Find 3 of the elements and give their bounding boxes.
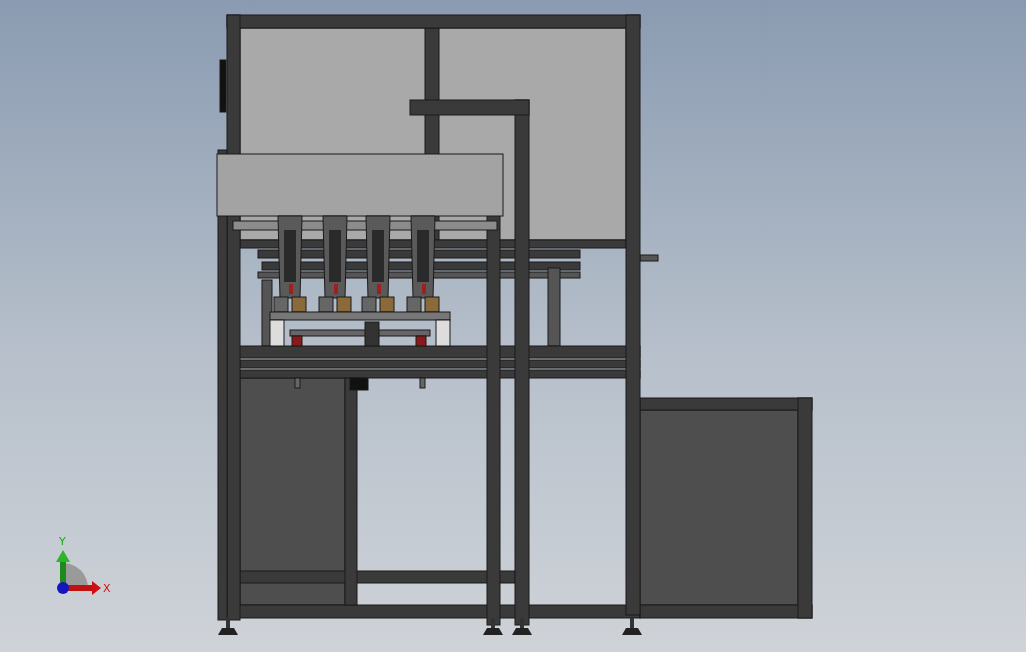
axis-triad-icon: [56, 550, 101, 595]
x-axis-label: X: [103, 582, 111, 595]
y-axis-label: Y: [59, 535, 66, 548]
